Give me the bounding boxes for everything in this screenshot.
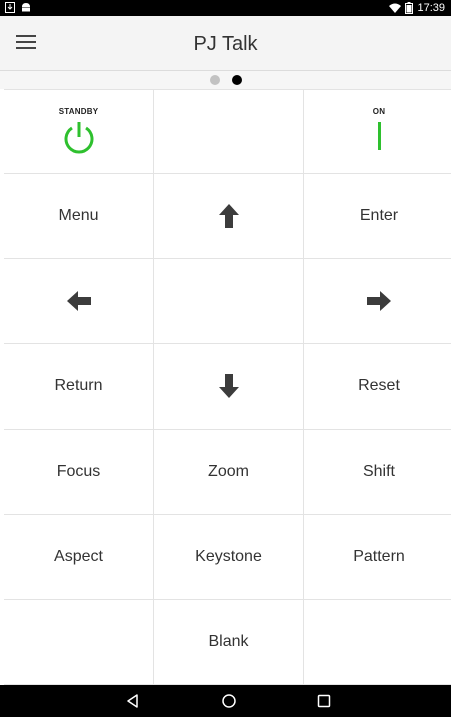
arrow-right-icon — [367, 291, 391, 312]
reset-label: Reset — [358, 377, 400, 395]
status-bar: 17:39 — [0, 0, 451, 16]
status-right: 17:39 — [389, 1, 445, 15]
focus-button[interactable]: Focus — [4, 429, 154, 515]
on-bar-icon — [377, 122, 381, 150]
enter-button[interactable]: Enter — [304, 174, 451, 260]
arrow-up-icon — [218, 204, 239, 229]
arrow-down-icon — [218, 374, 239, 399]
aspect-button[interactable]: Aspect — [4, 514, 154, 600]
shift-label: Shift — [362, 462, 395, 480]
aspect-label: Aspect — [54, 547, 103, 565]
download-icon — [5, 2, 15, 13]
menu-button[interactable]: Menu — [4, 174, 154, 260]
zoom-label: Zoom — [208, 462, 249, 480]
system-nav-bar — [0, 685, 451, 717]
blank-button[interactable]: Blank — [154, 599, 304, 685]
home-icon[interactable] — [221, 693, 237, 709]
status-left — [5, 2, 31, 13]
up-button[interactable] — [154, 174, 304, 260]
remote-grid: STANDBY ON Menu Enter Return Reset Focus… — [4, 89, 451, 685]
standby-button[interactable]: STANDBY — [4, 89, 154, 175]
pattern-label: Pattern — [353, 547, 405, 565]
empty-cell-r1c2 — [154, 89, 304, 175]
down-button[interactable] — [154, 344, 304, 430]
empty-cell-r7c1 — [4, 599, 154, 685]
power-icon — [64, 122, 93, 154]
reset-button[interactable]: Reset — [304, 344, 451, 430]
standby-label: STANDBY — [58, 107, 99, 116]
empty-cell-r3c2 — [154, 259, 304, 345]
on-label: ON — [372, 107, 386, 116]
zoom-button[interactable]: Zoom — [154, 429, 304, 515]
empty-cell-r7c3 — [304, 600, 451, 685]
status-time: 17:39 — [417, 2, 445, 14]
app-bar: PJ Talk — [0, 16, 451, 71]
android-icon — [22, 3, 30, 12]
back-icon[interactable] — [125, 693, 141, 709]
keystone-button[interactable]: Keystone — [154, 514, 304, 600]
keystone-label: Keystone — [195, 547, 262, 565]
blank-label: Blank — [208, 632, 249, 650]
app-title: PJ Talk — [193, 33, 258, 55]
left-button[interactable] — [4, 259, 154, 345]
focus-label: Focus — [56, 462, 101, 480]
wifi-icon — [389, 3, 402, 13]
arrow-left-icon — [66, 291, 91, 312]
on-button[interactable]: ON — [304, 89, 451, 175]
pattern-button[interactable]: Pattern — [304, 515, 451, 600]
recents-icon[interactable] — [316, 693, 332, 709]
menu-label: Menu — [58, 207, 99, 225]
shift-button[interactable]: Shift — [304, 430, 451, 515]
page-dot-2[interactable] — [231, 75, 242, 85]
return-button[interactable]: Return — [4, 344, 154, 430]
return-label: Return — [54, 377, 103, 395]
enter-label: Enter — [359, 207, 399, 225]
page-indicator — [0, 71, 451, 89]
right-button[interactable] — [304, 259, 451, 345]
page-dot-1[interactable] — [209, 75, 220, 85]
battery-icon — [405, 2, 414, 14]
